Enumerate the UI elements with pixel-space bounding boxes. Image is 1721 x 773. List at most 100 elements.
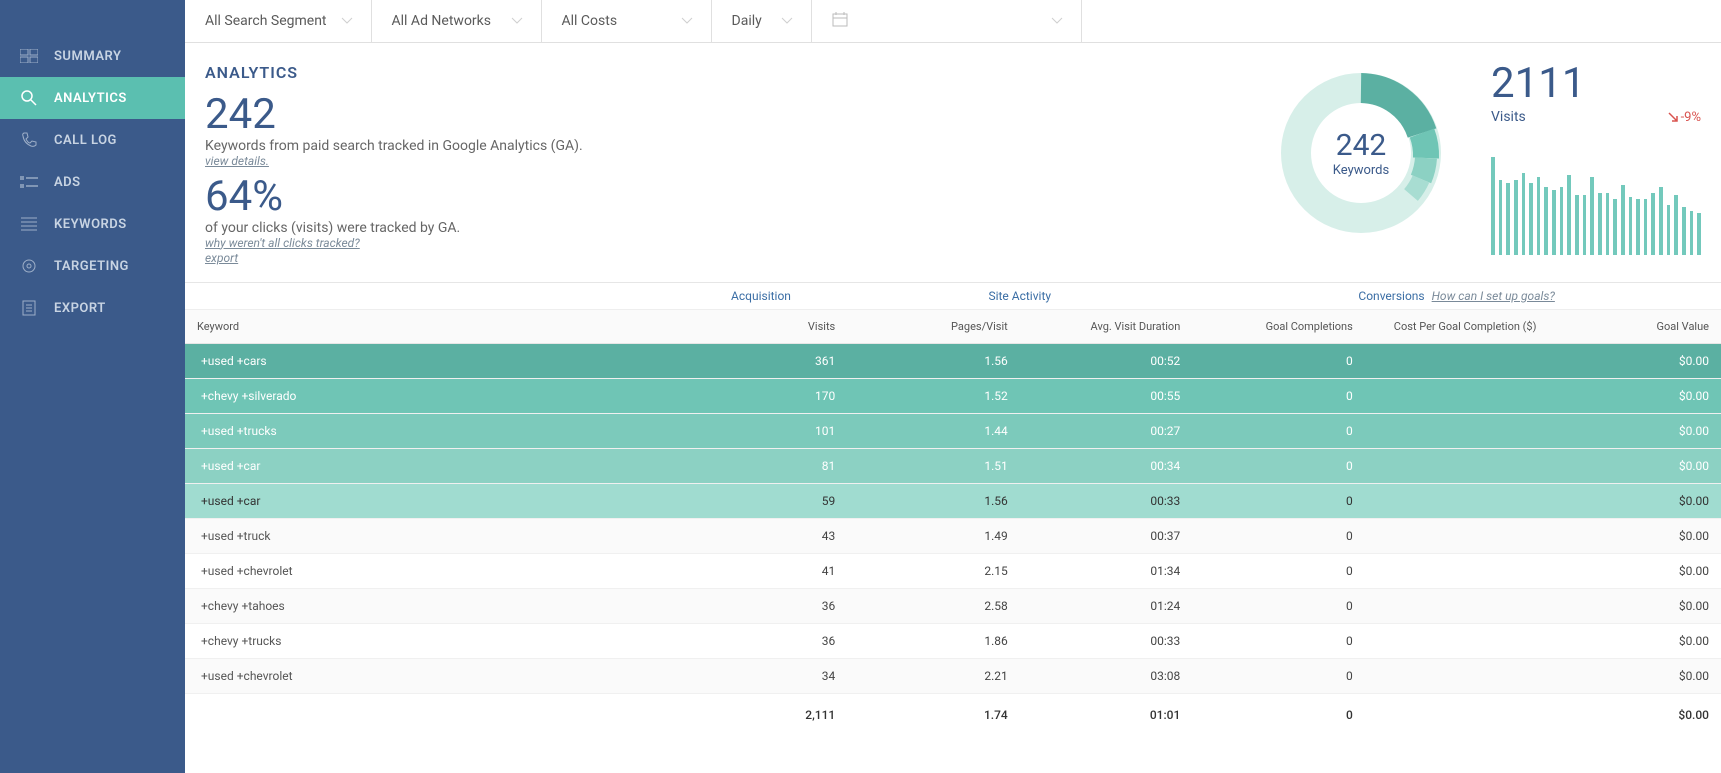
table-row[interactable]: +used +car591.5600:330$0.00 [185, 483, 1721, 518]
filter-networks[interactable]: All Ad Networks [372, 0, 542, 42]
nav-keywords[interactable]: KEYWORDS [0, 203, 185, 245]
cell-keyword: +chevy +silverado [185, 378, 675, 413]
nav-call-log[interactable]: CALL LOG [0, 119, 185, 161]
spark-bar [1567, 175, 1571, 255]
cell-dur: 00:52 [1020, 343, 1193, 378]
nav-label: SUMMARY [54, 49, 121, 64]
keywords-table: Acquisition Site Activity Conversions Ho… [185, 283, 1721, 736]
cell-gc: 0 [1192, 483, 1365, 518]
group-site-activity: Site Activity [847, 283, 1192, 310]
cell-cpg [1365, 413, 1549, 448]
page-title: ANALYTICS [205, 63, 1241, 82]
col-visits[interactable]: Visits [675, 309, 848, 343]
cell-pages: 1.52 [847, 378, 1020, 413]
cell-gv: $0.00 [1548, 658, 1721, 693]
cell-gv: $0.00 [1548, 553, 1721, 588]
nav-export[interactable]: EXPORT [0, 287, 185, 329]
spark-bar [1682, 207, 1686, 255]
table-totals-row: 2,111 1.74 01:01 0 $0.00 [185, 693, 1721, 736]
spark-bar [1491, 157, 1495, 255]
nav-summary[interactable]: SUMMARY [0, 35, 185, 77]
chevron-down-icon [341, 13, 353, 29]
donut-value: 242 [1333, 128, 1389, 163]
cell-gv: $0.00 [1548, 343, 1721, 378]
cell-visits: 36 [675, 623, 848, 658]
spark-bar [1514, 180, 1518, 255]
filter-costs[interactable]: All Costs [542, 0, 712, 42]
spark-bar [1674, 195, 1678, 255]
total-goal-value: $0.00 [1548, 693, 1721, 736]
keywords-caption: Keywords from paid search tracked in Goo… [205, 138, 1241, 154]
spark-bar [1590, 177, 1594, 255]
cell-dur: 00:37 [1020, 518, 1193, 553]
cell-dur: 00:27 [1020, 413, 1193, 448]
chevron-down-icon [1051, 13, 1063, 29]
nav-analytics[interactable]: ANALYTICS [0, 77, 185, 119]
group-acquisition: Acquisition [675, 283, 848, 310]
nav-ads[interactable]: ADS [0, 161, 185, 203]
cell-gc: 0 [1192, 448, 1365, 483]
sidebar: SUMMARY ANALYTICS CALL LOG ADS KEYWORDS … [0, 0, 185, 773]
view-details-link[interactable]: view details. [205, 154, 1241, 170]
table-row[interactable]: +used +truck431.4900:370$0.00 [185, 518, 1721, 553]
visits-label: Visits [1491, 109, 1526, 125]
tracked-percent: 64% [205, 176, 1241, 218]
spark-bar [1621, 185, 1625, 255]
cell-visits: 41 [675, 553, 848, 588]
total-visits: 2,111 [675, 693, 848, 736]
nav-label: CALL LOG [54, 133, 117, 148]
col-cost-per-goal[interactable]: Cost Per Goal Completion ($) [1365, 309, 1549, 343]
table-row[interactable]: +chevy +silverado1701.5200:550$0.00 [185, 378, 1721, 413]
cell-keyword: +used +chevrolet [185, 553, 675, 588]
spark-bar [1506, 183, 1510, 255]
export-link[interactable]: export [205, 251, 1241, 267]
filter-label: All Costs [562, 13, 618, 29]
spark-bar [1659, 187, 1663, 255]
table-row[interactable]: +used +trucks1011.4400:270$0.00 [185, 413, 1721, 448]
col-pages-visit[interactable]: Pages/Visit [847, 309, 1020, 343]
list-icon [18, 215, 40, 233]
spark-bar [1690, 211, 1694, 255]
cell-gc: 0 [1192, 378, 1365, 413]
cell-gv: $0.00 [1548, 448, 1721, 483]
spark-bar [1644, 199, 1648, 255]
cell-keyword: +used +chevrolet [185, 658, 675, 693]
chevron-down-icon [781, 13, 793, 29]
table-row[interactable]: +chevy +tahoes362.5801:240$0.00 [185, 588, 1721, 623]
filter-interval[interactable]: Daily [712, 0, 812, 42]
cell-pages: 1.49 [847, 518, 1020, 553]
spark-bar [1583, 195, 1587, 255]
table-row[interactable]: +used +cars3611.5600:520$0.00 [185, 343, 1721, 378]
filter-segment[interactable]: All Search Segment [185, 0, 372, 42]
cell-gv: $0.00 [1548, 378, 1721, 413]
col-avg-duration[interactable]: Avg. Visit Duration [1020, 309, 1193, 343]
col-goal-completions[interactable]: Goal Completions [1192, 309, 1365, 343]
cell-gv: $0.00 [1548, 518, 1721, 553]
total-duration: 01:01 [1020, 693, 1193, 736]
cell-gc: 0 [1192, 553, 1365, 588]
cell-gc: 0 [1192, 623, 1365, 658]
cell-cpg [1365, 588, 1549, 623]
spark-bar [1598, 193, 1602, 255]
col-goal-value[interactable]: Goal Value [1548, 309, 1721, 343]
table-row[interactable]: +chevy +trucks361.8600:330$0.00 [185, 623, 1721, 658]
why-not-tracked-link[interactable]: why weren't all clicks tracked? [205, 236, 1241, 252]
goals-help-link[interactable]: How can I set up goals? [1432, 289, 1555, 303]
table-row[interactable]: +used +car811.5100:340$0.00 [185, 448, 1721, 483]
cell-dur: 00:55 [1020, 378, 1193, 413]
cell-gv: $0.00 [1548, 483, 1721, 518]
table-row[interactable]: +used +chevrolet412.1501:340$0.00 [185, 553, 1721, 588]
cell-gv: $0.00 [1548, 588, 1721, 623]
cell-pages: 1.86 [847, 623, 1020, 658]
table-row[interactable]: +used +chevrolet342.2103:080$0.00 [185, 658, 1721, 693]
target-icon [18, 257, 40, 275]
filter-date-range[interactable] [812, 0, 1082, 42]
cell-pages: 1.51 [847, 448, 1020, 483]
cell-dur: 00:33 [1020, 483, 1193, 518]
spark-bar [1697, 213, 1701, 255]
keywords-donut-chart: 242 Keywords [1271, 63, 1451, 243]
nav-targeting[interactable]: TARGETING [0, 245, 185, 287]
col-keyword[interactable]: Keyword [185, 309, 675, 343]
cell-visits: 59 [675, 483, 848, 518]
visits-sparkline [1491, 155, 1701, 255]
